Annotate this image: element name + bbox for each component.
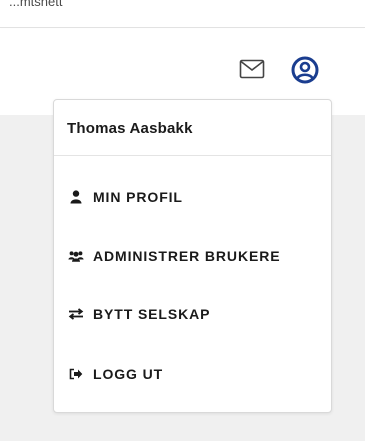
exchange-icon	[68, 306, 84, 322]
menu-item-my-profile[interactable]: MIN PROFIL	[54, 177, 331, 217]
user-circle-icon[interactable]	[291, 56, 319, 84]
menu-item-label: MIN PROFIL	[93, 189, 183, 205]
menu-item-switch-company[interactable]: BYTT SELSKAP	[54, 294, 331, 334]
sign-out-icon	[68, 366, 84, 382]
menu-item-label: BYTT SELSKAP	[93, 306, 211, 322]
top-bar-label: ...mtsnett	[9, 0, 63, 9]
user-dropdown-menu: Thomas Aasbakk MIN PROFIL ADMINISTRER BR…	[53, 99, 332, 413]
top-bar: ...mtsnett	[0, 0, 365, 28]
menu-item-logout[interactable]: LOGG UT	[54, 354, 331, 394]
envelope-icon[interactable]	[239, 58, 265, 80]
menu-item-label: LOGG UT	[93, 366, 164, 382]
user-icon	[68, 189, 84, 205]
menu-item-label: ADMINISTRER BRUKERE	[93, 248, 281, 264]
users-icon	[68, 248, 84, 264]
user-name: Thomas Aasbakk	[54, 100, 331, 156]
menu-item-manage-users[interactable]: ADMINISTRER BRUKERE	[54, 236, 331, 276]
